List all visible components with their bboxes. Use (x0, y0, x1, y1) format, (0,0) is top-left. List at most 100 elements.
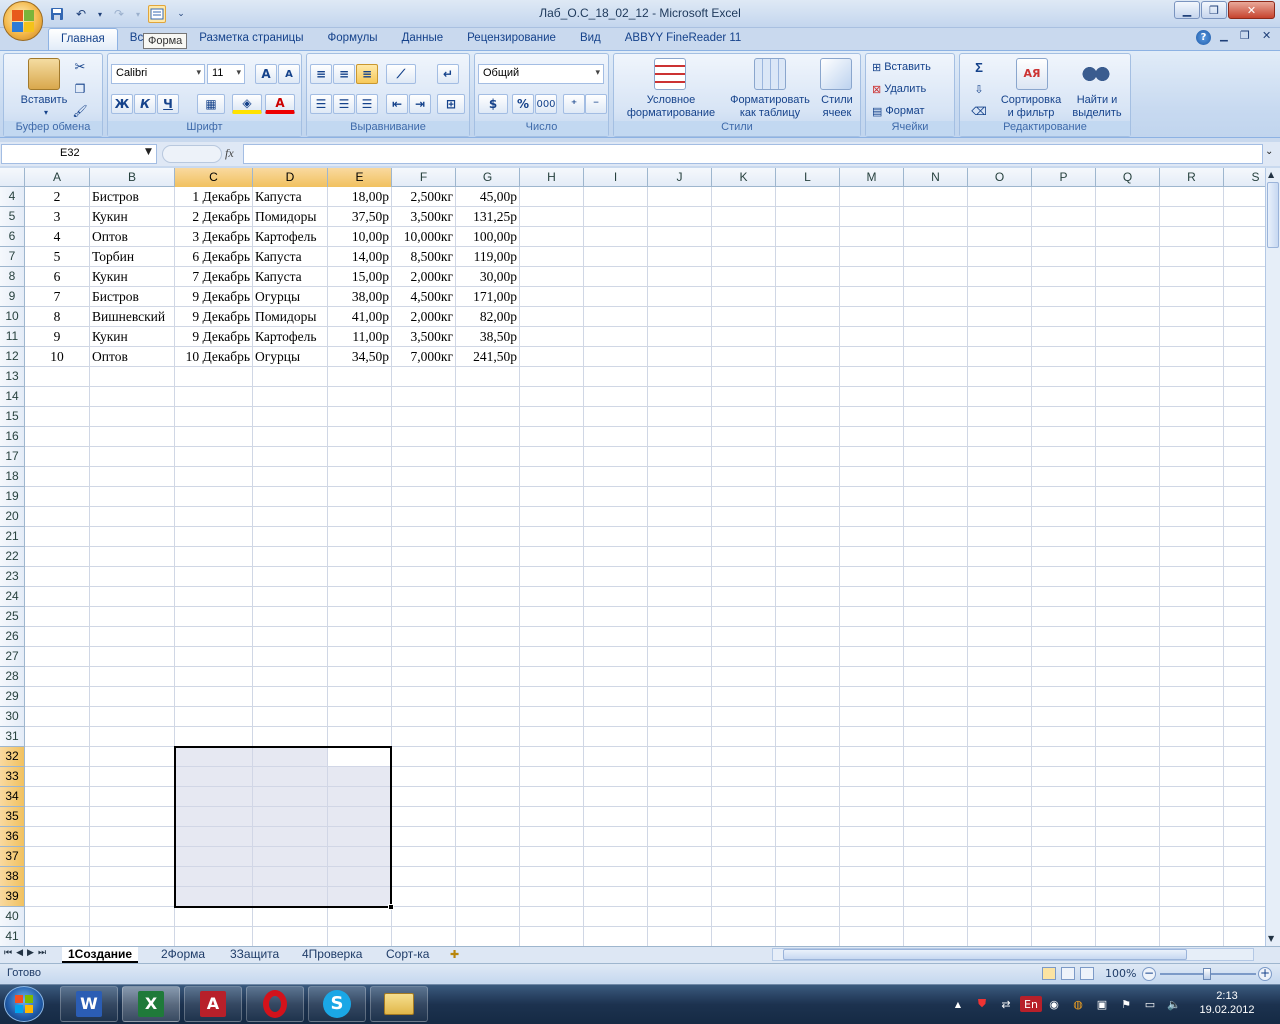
cell-i8[interactable] (584, 267, 648, 287)
cell-m37[interactable] (840, 847, 904, 867)
cell-s34[interactable] (1224, 787, 1265, 807)
cell-f40[interactable] (392, 907, 456, 927)
sheet-nav-icon[interactable]: ⏮◀▶⏭ (4, 948, 50, 958)
cell-b32[interactable] (90, 747, 175, 767)
cell-s19[interactable] (1224, 487, 1265, 507)
cell-s26[interactable] (1224, 627, 1265, 647)
cell-h11[interactable] (520, 327, 584, 347)
cell-h27[interactable] (520, 647, 584, 667)
cell-k39[interactable] (712, 887, 776, 907)
cell-f7[interactable]: 8,500кг (392, 247, 456, 267)
cell-c13[interactable] (175, 367, 253, 387)
align-center-button[interactable]: ☰ (333, 94, 355, 114)
cell-r16[interactable] (1160, 427, 1224, 447)
cell-a33[interactable] (25, 767, 90, 787)
maximize-button[interactable]: ❐ (1201, 1, 1227, 19)
cell-h5[interactable] (520, 207, 584, 227)
cell-d40[interactable] (253, 907, 328, 927)
cell-n20[interactable] (904, 507, 968, 527)
cell-g24[interactable] (456, 587, 520, 607)
cell-a18[interactable] (25, 467, 90, 487)
cell-a24[interactable] (25, 587, 90, 607)
cell-o30[interactable] (968, 707, 1032, 727)
cell-d27[interactable] (253, 647, 328, 667)
cell-s33[interactable] (1224, 767, 1265, 787)
column-header-f[interactable]: F (392, 168, 456, 187)
format-cells-button[interactable]: ▤ Формат (872, 102, 952, 120)
cell-e5[interactable]: 37,50р (328, 207, 392, 227)
column-header-a[interactable]: A (25, 168, 90, 187)
cell-i5[interactable] (584, 207, 648, 227)
cell-j22[interactable] (648, 547, 712, 567)
cell-g28[interactable] (456, 667, 520, 687)
tab-page-layout[interactable]: Разметка страницы (187, 28, 315, 50)
cell-k18[interactable] (712, 467, 776, 487)
page-break-icon[interactable] (1080, 967, 1094, 980)
cell-b15[interactable] (90, 407, 175, 427)
cell-o16[interactable] (968, 427, 1032, 447)
cell-k31[interactable] (712, 727, 776, 747)
cell-h7[interactable] (520, 247, 584, 267)
cell-c18[interactable] (175, 467, 253, 487)
cell-q9[interactable] (1096, 287, 1160, 307)
cell-r26[interactable] (1160, 627, 1224, 647)
cell-g21[interactable] (456, 527, 520, 547)
cell-p12[interactable] (1032, 347, 1096, 367)
taskbar-excel[interactable]: X (122, 986, 180, 1022)
cell-m23[interactable] (840, 567, 904, 587)
cell-j10[interactable] (648, 307, 712, 327)
active-cell[interactable] (328, 748, 390, 766)
cell-o27[interactable] (968, 647, 1032, 667)
cell-o23[interactable] (968, 567, 1032, 587)
cell-g20[interactable] (456, 507, 520, 527)
cell-j16[interactable] (648, 427, 712, 447)
cell-o20[interactable] (968, 507, 1032, 527)
cell-h4[interactable] (520, 187, 584, 207)
cell-s16[interactable] (1224, 427, 1265, 447)
cell-s31[interactable] (1224, 727, 1265, 747)
row-header[interactable]: 29 (0, 687, 25, 707)
cell-d16[interactable] (253, 427, 328, 447)
cell-l24[interactable] (776, 587, 840, 607)
cell-j13[interactable] (648, 367, 712, 387)
cell-s15[interactable] (1224, 407, 1265, 427)
cell-k14[interactable] (712, 387, 776, 407)
cell-e13[interactable] (328, 367, 392, 387)
cell-j41[interactable] (648, 927, 712, 946)
cell-k20[interactable] (712, 507, 776, 527)
cell-e23[interactable] (328, 567, 392, 587)
cell-p36[interactable] (1032, 827, 1096, 847)
cell-i19[interactable] (584, 487, 648, 507)
cell-d8[interactable]: Капуста (253, 267, 328, 287)
cell-m35[interactable] (840, 807, 904, 827)
borders-button[interactable]: ▦ (197, 94, 225, 114)
cell-k37[interactable] (712, 847, 776, 867)
cell-s25[interactable] (1224, 607, 1265, 627)
cell-h37[interactable] (520, 847, 584, 867)
cell-n22[interactable] (904, 547, 968, 567)
cell-h25[interactable] (520, 607, 584, 627)
sort-filter-icon[interactable]: АЯ (1016, 58, 1048, 90)
name-box[interactable]: E32 (1, 144, 157, 164)
cell-h34[interactable] (520, 787, 584, 807)
cell-h8[interactable] (520, 267, 584, 287)
cell-c10[interactable]: 9 Декабрь (175, 307, 253, 327)
cell-i13[interactable] (584, 367, 648, 387)
cell-s13[interactable] (1224, 367, 1265, 387)
cell-o22[interactable] (968, 547, 1032, 567)
cell-q20[interactable] (1096, 507, 1160, 527)
cell-h32[interactable] (520, 747, 584, 767)
cell-e14[interactable] (328, 387, 392, 407)
currency-button[interactable]: $ (478, 94, 508, 114)
cell-m5[interactable] (840, 207, 904, 227)
cell-a10[interactable]: 8 (25, 307, 90, 327)
cell-f27[interactable] (392, 647, 456, 667)
cell-g9[interactable]: 171,00р (456, 287, 520, 307)
cell-g16[interactable] (456, 427, 520, 447)
cell-h23[interactable] (520, 567, 584, 587)
cell-m40[interactable] (840, 907, 904, 927)
cell-a30[interactable] (25, 707, 90, 727)
formula-input[interactable] (243, 144, 1263, 164)
insert-function-button[interactable]: fx (225, 146, 234, 161)
cell-f19[interactable] (392, 487, 456, 507)
